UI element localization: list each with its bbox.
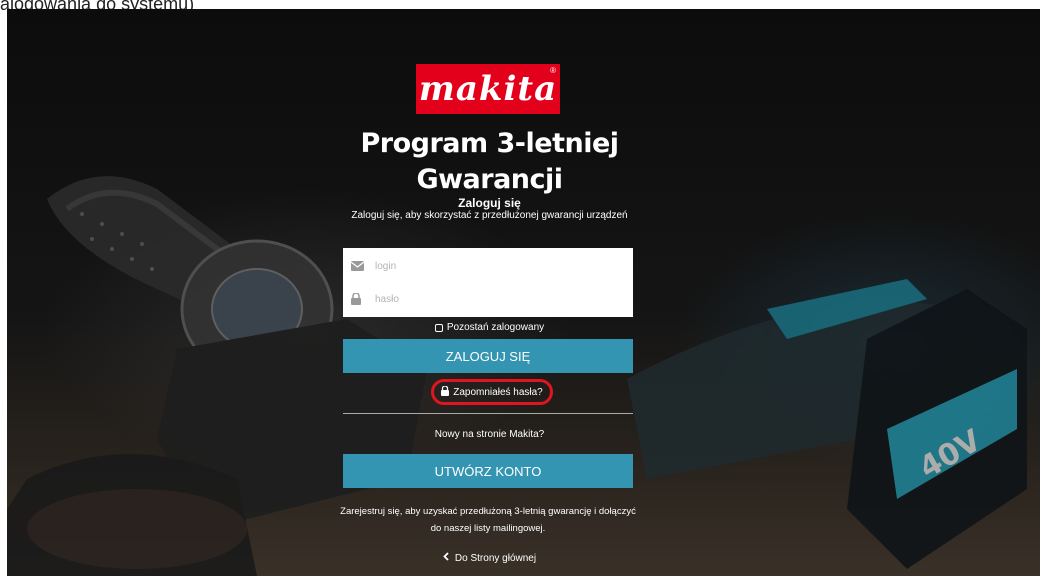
page-title: Program 3-letniej Gwarancji <box>317 126 662 198</box>
remember-label: Pozostań zalogowany <box>446 322 545 333</box>
login-input[interactable] <box>373 259 627 273</box>
register-info-line1: Zarejestruj się, aby uzyskać przedłużoną… <box>340 506 636 517</box>
password-input[interactable] <box>373 292 627 306</box>
back-to-home-label: Do Strony głównej <box>454 552 537 564</box>
register-info-line2: do naszej listy mailingowej. <box>430 523 546 534</box>
login-page-background: 40V makita ® Program 3-letniej Gwarancji… <box>7 9 1040 576</box>
forgot-password-link[interactable]: Zapomniałeś hasła? <box>431 379 553 405</box>
makita-logo: makita ® <box>416 64 560 114</box>
password-field[interactable] <box>343 281 633 317</box>
page-title-line1: Program 3-letniej <box>360 128 619 159</box>
logo-text: makita <box>418 69 558 109</box>
envelope-icon <box>351 259 365 273</box>
forgot-password-label: Zapomniałeś hasła? <box>453 386 543 398</box>
new-user-prompt: Nowy na stronie Makita? <box>434 429 545 440</box>
login-subtitle: Zaloguj się <box>458 196 521 210</box>
back-to-home-link[interactable]: Do Strony głównej <box>317 552 662 564</box>
login-button[interactable]: ZALOGUJ SIĘ <box>343 339 633 373</box>
lock-icon <box>351 292 365 306</box>
remember-checkbox[interactable] <box>434 323 443 332</box>
remember-me[interactable]: Pozostań zalogowany <box>317 322 662 333</box>
login-description: Zaloguj się, aby skorzystać z przedłużon… <box>351 210 628 221</box>
registered-mark: ® <box>550 66 556 75</box>
create-account-button[interactable]: UTWÓRZ KONTO <box>343 454 633 488</box>
lock-icon <box>441 384 450 399</box>
login-field[interactable] <box>343 248 633 284</box>
register-info: Zarejestruj się, aby uzyskać przedłużoną… <box>333 503 643 537</box>
section-divider <box>343 413 633 414</box>
page-title-line2: Gwarancji <box>416 164 563 195</box>
chevron-left-icon <box>443 552 449 564</box>
